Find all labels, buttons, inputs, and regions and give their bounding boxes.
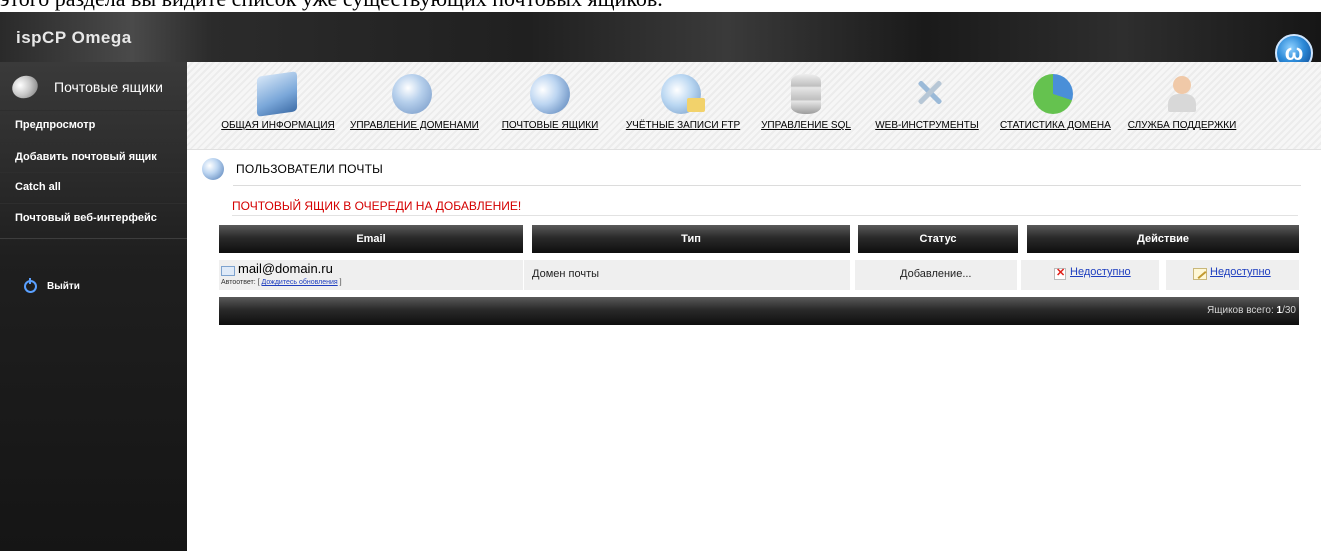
column-header-email: Email [219, 225, 523, 253]
sidebar-item-catch-all[interactable]: Catch all [0, 172, 187, 202]
top-header: ispCP Omega ω [0, 12, 1321, 72]
bracket-open: [ [257, 279, 260, 286]
envelope-icon [221, 266, 235, 276]
delete-unavailable-link[interactable]: Недоступно [1070, 266, 1131, 278]
nav-item-support[interactable]: Служба поддержки [1127, 62, 1237, 150]
alert-divider [232, 215, 1298, 216]
globe-icon [392, 74, 432, 114]
total-label: Ящиков всего: [1207, 305, 1274, 316]
section-title: Пользователи почты [236, 162, 383, 176]
autoreply-info: Автоответ: [ Дождитесь обновления ] [221, 279, 342, 286]
nav-item-sql[interactable]: Управление SQL [761, 62, 851, 150]
section-divider [233, 185, 1301, 186]
mail-icon [9, 72, 41, 102]
nav-label: Служба поддержки [1127, 120, 1237, 131]
mail-icon [202, 158, 224, 180]
database-icon [791, 74, 821, 114]
column-header-action: Действие [1027, 225, 1299, 253]
table-footer: Ящиков всего: 1/30 [219, 297, 1299, 325]
nav-label: Статистика домена [1000, 120, 1111, 131]
nav-item-ftp[interactable]: Учётные записи FTP [623, 62, 743, 150]
total-max: /30 [1282, 305, 1296, 316]
logout-label: Выйти [47, 281, 80, 292]
delete-icon [1054, 266, 1066, 280]
sidebar-divider [0, 238, 187, 239]
mail-address: mail@domain.ru [238, 261, 333, 276]
logout-button[interactable]: Выйти [24, 278, 80, 293]
page-caption: этого раздела вы видите список уже сущес… [0, 0, 1321, 12]
sidebar-header-label: Почтовые ящики [54, 79, 163, 95]
queue-alert: Почтовый ящик в очереди на добавление! [232, 199, 522, 213]
nav-item-stats[interactable]: Статистика домена [1000, 62, 1111, 150]
nav-item-web-tools[interactable]: Web-инструменты [874, 62, 980, 150]
tools-icon [907, 74, 947, 114]
edit-unavailable-link[interactable]: Недоступно [1210, 266, 1271, 278]
nav-label: Учётные записи FTP [625, 120, 741, 131]
column-header-type: Тип [532, 225, 850, 253]
nav-item-mailboxes[interactable]: Почтовые ящики [500, 62, 600, 150]
nav-label: Почтовые ящики [501, 120, 599, 131]
edit-icon [1193, 268, 1207, 280]
sidebar-item-add-mailbox[interactable]: Добавить почтовый ящик [0, 142, 187, 172]
sidebar: Почтовые ящики Предпросмотр Добавить поч… [0, 62, 187, 551]
main-nav: Общая информация Управление доменами Поч… [187, 62, 1321, 150]
nav-item-domains[interactable]: Управление доменами [350, 62, 479, 150]
pie-chart-icon [1033, 74, 1073, 114]
mail-status: Добавление... [900, 268, 972, 280]
app-logo[interactable]: ispCP Omega [16, 28, 132, 48]
section-header: Пользователи почты [202, 158, 383, 180]
nav-item-general-info[interactable]: Общая информация [215, 62, 341, 150]
ftp-folder-icon [661, 74, 705, 114]
nav-label: Общая информация [221, 120, 335, 131]
bracket-close: ] [339, 279, 342, 286]
column-header-status: Статус [858, 225, 1018, 253]
nav-label: Управление доменами [350, 120, 479, 131]
mail-icon [525, 69, 575, 119]
power-icon [24, 278, 37, 293]
sidebar-item-preview[interactable]: Предпросмотр [0, 110, 187, 140]
autoreply-wait-link[interactable]: Дождитесь обновления [262, 279, 338, 286]
mailbox-total: Ящиков всего: 1/30 [1207, 305, 1296, 316]
autoreply-label: Автоответ: [221, 279, 256, 286]
nav-label: Web-инструменты [875, 120, 979, 131]
support-person-icon [1162, 74, 1202, 114]
sidebar-item-webmail[interactable]: Почтовый веб-интерфейс [0, 203, 187, 233]
sidebar-header: Почтовые ящики [0, 62, 187, 112]
nav-label: Управление SQL [761, 120, 851, 131]
general-info-icon [257, 71, 297, 117]
mail-type: Домен почты [532, 268, 600, 280]
